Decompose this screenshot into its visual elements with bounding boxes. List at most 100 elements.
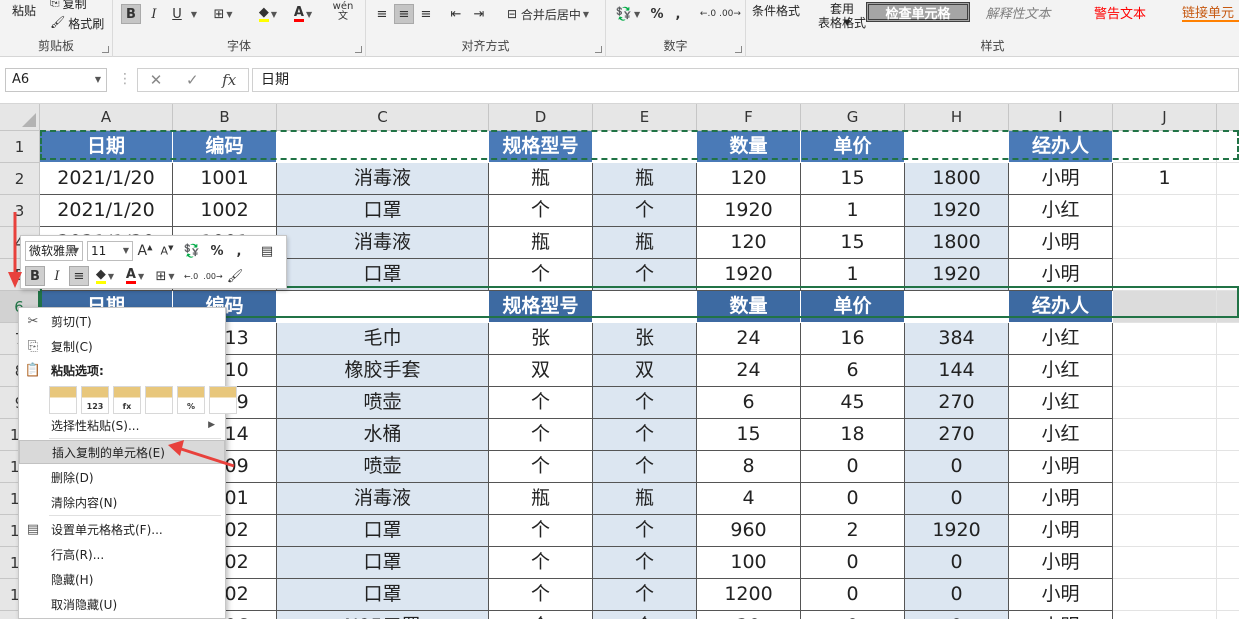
cell-j1[interactable] [1113, 131, 1217, 163]
cell-e8[interactable]: 双 [593, 355, 697, 387]
menu-unhide[interactable]: 取消隐藏(U) [19, 592, 225, 616]
cell-d10[interactable]: 个 [489, 419, 593, 451]
cell-e13[interactable]: 个 [593, 515, 697, 547]
cell-e15[interactable]: 个 [593, 579, 697, 611]
cell-g1[interactable]: 单价 [801, 131, 905, 163]
cell-j7[interactable] [1113, 323, 1217, 355]
cell-j3[interactable] [1113, 195, 1217, 227]
select-all-button[interactable] [0, 104, 40, 131]
cell-next7[interactable] [1217, 323, 1239, 355]
cell-d7[interactable]: 张 [489, 323, 593, 355]
cell-i4[interactable]: 小明 [1009, 227, 1113, 259]
align-left-button[interactable]: ≡ [372, 4, 392, 24]
cell-h11[interactable]: 0 [905, 451, 1009, 483]
cell-h8[interactable]: 144 [905, 355, 1009, 387]
column-header-d[interactable]: D [489, 104, 593, 131]
cell-g5[interactable]: 1 [801, 259, 905, 291]
cell-next14[interactable] [1217, 547, 1239, 579]
column-header-a[interactable]: A [40, 104, 173, 131]
mini-font-size[interactable]: 11 ▼ [87, 241, 133, 261]
cell-j10[interactable] [1113, 419, 1217, 451]
cell-j12[interactable] [1113, 483, 1217, 515]
cell-d13[interactable]: 个 [489, 515, 593, 547]
clipboard-launcher-icon[interactable] [102, 46, 109, 53]
menu-delete[interactable]: 删除(D) [19, 465, 225, 489]
cell-next15[interactable] [1217, 579, 1239, 611]
paste-option-4-icon[interactable] [145, 386, 173, 414]
cell-c12[interactable]: 消毒液 [277, 483, 489, 515]
cell-next16[interactable] [1217, 611, 1239, 619]
cell-next5[interactable] [1217, 259, 1239, 291]
mini-bold-button[interactable]: B [25, 266, 45, 286]
cell-f13[interactable]: 960 [697, 515, 801, 547]
cell-h10[interactable]: 270 [905, 419, 1009, 451]
column-header-e[interactable]: E [593, 104, 697, 131]
cell-g4[interactable]: 15 [801, 227, 905, 259]
underline-dropdown[interactable]: ▼ [187, 4, 199, 24]
cell-e2[interactable]: 瓶 [593, 163, 697, 195]
cell-g6[interactable]: 单价 [801, 291, 905, 323]
mini-font-name[interactable]: 微软雅黑 ▼ [25, 241, 83, 261]
paste-button[interactable]: 粘贴 [12, 2, 36, 19]
cell-next12[interactable] [1217, 483, 1239, 515]
cell-g15[interactable]: 0 [801, 579, 905, 611]
mini-format-table-button[interactable]: ▤ [257, 241, 277, 261]
cell-d11[interactable]: 个 [489, 451, 593, 483]
cell-j15[interactable] [1113, 579, 1217, 611]
mini-accounting-button[interactable]: 💱 [179, 241, 205, 261]
cell-i2[interactable]: 小明 [1009, 163, 1113, 195]
cell-next6[interactable] [1217, 291, 1239, 323]
font-color-button[interactable]: A ▼ [288, 4, 318, 24]
cell-c9[interactable]: 喷壶 [277, 387, 489, 419]
cell-f16[interactable]: 20 [697, 611, 801, 619]
cell-next13[interactable] [1217, 515, 1239, 547]
mini-align-center-button[interactable]: ≡ [69, 266, 89, 286]
cancel-icon[interactable]: ✕ [150, 71, 163, 89]
cell-h5[interactable]: 1920 [905, 259, 1009, 291]
cell-h3[interactable]: 1920 [905, 195, 1009, 227]
cell-i12[interactable]: 小明 [1009, 483, 1113, 515]
cell-h9[interactable]: 270 [905, 387, 1009, 419]
column-header-h[interactable]: H [905, 104, 1009, 131]
cell-h15[interactable]: 0 [905, 579, 1009, 611]
cell-i7[interactable]: 小红 [1009, 323, 1113, 355]
bold-button[interactable]: B [121, 4, 141, 24]
cell-i10[interactable]: 小红 [1009, 419, 1113, 451]
cell-g14[interactable]: 0 [801, 547, 905, 579]
mini-fill-color-button[interactable]: ◆ ▼ [91, 266, 119, 286]
cell-c13[interactable]: 口罩 [277, 515, 489, 547]
column-header-b[interactable]: B [173, 104, 277, 131]
cell-e4[interactable]: 瓶 [593, 227, 697, 259]
menu-insert-copied-cells[interactable]: 插入复制的单元格(E) [19, 440, 225, 464]
decrease-decimal-button[interactable]: .00→ [719, 4, 741, 24]
menu-format-cells[interactable]: ▤ 设置单元格格式(F)... [19, 517, 225, 541]
style-link-cell[interactable]: 链接单元 [1182, 2, 1239, 22]
style-warning[interactable]: 警告文本 [1078, 2, 1162, 22]
cell-f1[interactable]: 数量 [697, 131, 801, 163]
cell-e11[interactable]: 个 [593, 451, 697, 483]
menu-clear-contents[interactable]: 清除内容(N) [19, 490, 225, 514]
cell-f12[interactable]: 4 [697, 483, 801, 515]
cell-e12[interactable]: 瓶 [593, 483, 697, 515]
mini-increase-decimal-button[interactable]: ←.0 [181, 266, 201, 286]
cell-d6[interactable]: 规格型号 [489, 291, 593, 323]
menu-copy[interactable]: ⎘ 复制(C) [19, 334, 225, 358]
cell-g12[interactable]: 0 [801, 483, 905, 515]
cell-e3[interactable]: 个 [593, 195, 697, 227]
paste-option-5-icon[interactable]: % [177, 386, 205, 414]
cell-h14[interactable]: 0 [905, 547, 1009, 579]
cell-c3[interactable]: 口罩 [277, 195, 489, 227]
cell-h6[interactable]: 金额 [905, 291, 1009, 323]
cell-c15[interactable]: 口罩 [277, 579, 489, 611]
alignment-launcher-icon[interactable] [595, 46, 602, 53]
insert-function-icon[interactable]: fx [222, 71, 236, 89]
paste-option-3-icon[interactable]: fx [113, 386, 141, 414]
italic-button[interactable]: I [144, 4, 164, 24]
cell-j9[interactable] [1113, 387, 1217, 419]
cell-c1[interactable]: 物料名称 [277, 131, 489, 163]
font-launcher-icon[interactable] [355, 46, 362, 53]
cell-j4[interactable] [1113, 227, 1217, 259]
menu-cut[interactable]: ✂ 剪切(T) [19, 309, 225, 333]
cell-j5[interactable] [1113, 259, 1217, 291]
paste-option-1-icon[interactable] [49, 386, 77, 414]
